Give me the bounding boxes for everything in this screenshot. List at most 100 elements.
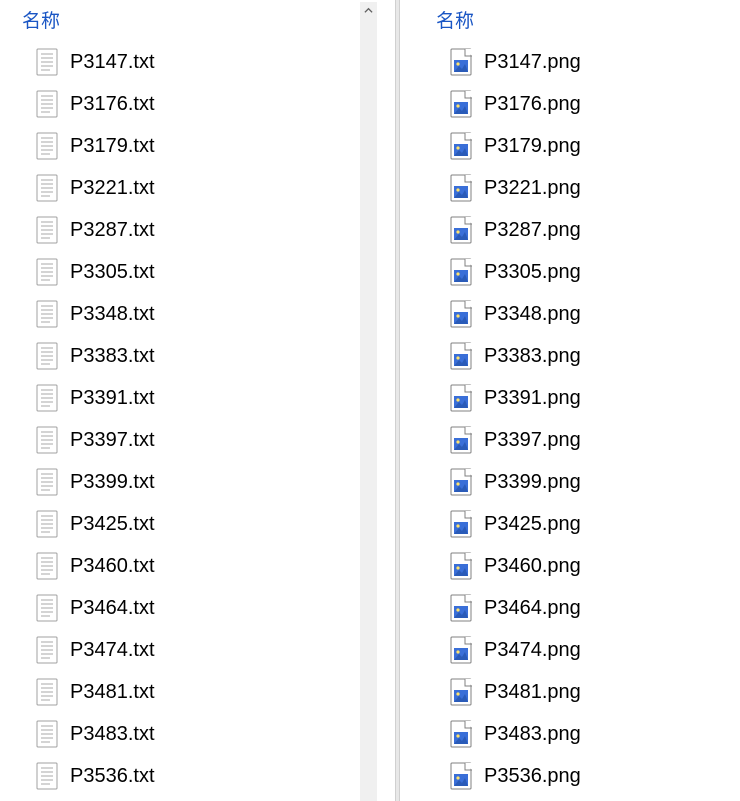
file-name: P3397.png	[484, 429, 581, 452]
file-name: P3147.txt	[70, 51, 155, 74]
file-icon	[450, 510, 472, 538]
list-item[interactable]: P3397.png	[436, 419, 740, 461]
list-item[interactable]: P3147.png	[436, 41, 740, 83]
list-item[interactable]: P3536.txt	[0, 755, 360, 797]
image-file-icon	[450, 132, 472, 160]
file-list-right: P3147.png P3176.png P3179.png P3221.png P328…	[436, 41, 740, 797]
file-icon	[450, 174, 472, 202]
text-file-icon	[36, 90, 58, 118]
list-item[interactable]: P3383.png	[436, 335, 740, 377]
list-item[interactable]: P3305.txt	[0, 251, 360, 293]
column-header-name-right[interactable]: 名称	[436, 0, 740, 41]
list-item[interactable]: P3179.txt	[0, 125, 360, 167]
list-item[interactable]: P3425.txt	[0, 503, 360, 545]
list-item[interactable]: P3391.png	[436, 377, 740, 419]
list-item[interactable]: P3460.txt	[0, 545, 360, 587]
list-item[interactable]: P3287.png	[436, 209, 740, 251]
text-file-icon	[36, 216, 58, 244]
list-item[interactable]: P3474.txt	[0, 629, 360, 671]
list-item[interactable]: P3147.txt	[0, 41, 360, 83]
text-file-icon	[36, 384, 58, 412]
file-icon	[450, 384, 472, 412]
file-icon	[450, 678, 472, 706]
text-file-icon	[36, 594, 58, 622]
text-file-icon	[36, 636, 58, 664]
scroll-up-button[interactable]	[360, 2, 377, 19]
file-icon	[450, 300, 472, 328]
file-icon	[450, 48, 472, 76]
scroll-track[interactable]	[360, 19, 377, 801]
list-item[interactable]: P3481.png	[436, 671, 740, 713]
list-item[interactable]: P3176.txt	[0, 83, 360, 125]
image-file-icon	[450, 258, 472, 286]
file-icon	[36, 258, 58, 286]
file-name: P3391.txt	[70, 387, 155, 410]
text-file-icon	[36, 132, 58, 160]
text-file-icon	[36, 510, 58, 538]
file-name: P3221.png	[484, 177, 581, 200]
list-item[interactable]: P3179.png	[436, 125, 740, 167]
list-item[interactable]: P3474.png	[436, 629, 740, 671]
file-name: P3348.txt	[70, 303, 155, 326]
list-item[interactable]: P3221.png	[436, 167, 740, 209]
scrollbar-left[interactable]	[360, 0, 395, 801]
file-name: P3474.txt	[70, 639, 155, 662]
file-list-left: P3147.txt P3176.txt P3179.txtP3221.txtP328…	[0, 41, 360, 797]
file-name: P3425.png	[484, 513, 581, 536]
list-item[interactable]: P3221.txt	[0, 167, 360, 209]
file-icon	[36, 132, 58, 160]
list-item[interactable]: P3464.txt	[0, 587, 360, 629]
list-item[interactable]: P3483.png	[436, 713, 740, 755]
file-icon	[450, 762, 472, 790]
file-name: P3460.png	[484, 555, 581, 578]
list-item[interactable]: P3399.txt	[0, 461, 360, 503]
right-pane: 名称 P3147.pngP3176.pngP3179.pngP3221.pngP…	[400, 0, 740, 801]
image-file-icon	[450, 762, 472, 790]
file-icon	[36, 720, 58, 748]
file-icon	[36, 426, 58, 454]
file-icon	[36, 216, 58, 244]
list-item[interactable]: P3483.txt	[0, 713, 360, 755]
image-file-icon	[450, 426, 472, 454]
image-file-icon	[450, 468, 472, 496]
list-item[interactable]: P3536.png	[436, 755, 740, 797]
list-item[interactable]: P3348.txt	[0, 293, 360, 335]
text-file-icon	[36, 342, 58, 370]
list-item[interactable]: P3305.png	[436, 251, 740, 293]
image-file-icon	[450, 216, 472, 244]
file-name: P3348.png	[484, 303, 581, 326]
file-name: P3474.png	[484, 639, 581, 662]
file-icon	[36, 510, 58, 538]
list-item[interactable]: P3460.png	[436, 545, 740, 587]
list-item[interactable]: P3481.txt	[0, 671, 360, 713]
file-icon	[450, 468, 472, 496]
list-item[interactable]: P3399.png	[436, 461, 740, 503]
file-icon	[36, 762, 58, 790]
list-item[interactable]: P3425.png	[436, 503, 740, 545]
file-name: P3483.txt	[70, 723, 155, 746]
chevron-up-icon	[364, 6, 373, 15]
column-header-name-left[interactable]: 名称	[0, 0, 360, 41]
file-name: P3176.txt	[70, 93, 155, 116]
left-pane: 名称 P3147.txtP3176.txtP3179.txtP3221.txtP…	[0, 0, 360, 801]
list-item[interactable]: P3287.txt	[0, 209, 360, 251]
image-file-icon	[450, 300, 472, 328]
file-icon	[450, 594, 472, 622]
image-file-icon	[450, 678, 472, 706]
text-file-icon	[36, 552, 58, 580]
file-name: P3147.png	[484, 51, 581, 74]
text-file-icon	[36, 258, 58, 286]
file-name: P3176.png	[484, 93, 581, 116]
list-item[interactable]: P3391.txt	[0, 377, 360, 419]
file-icon	[36, 384, 58, 412]
list-item[interactable]: P3348.png	[436, 293, 740, 335]
file-name: P3383.png	[484, 345, 581, 368]
list-item[interactable]: P3397.txt	[0, 419, 360, 461]
image-file-icon	[450, 384, 472, 412]
file-icon	[450, 636, 472, 664]
list-item[interactable]: P3383.txt	[0, 335, 360, 377]
list-item[interactable]: P3464.png	[436, 587, 740, 629]
list-item[interactable]: P3176.png	[436, 83, 740, 125]
file-icon	[36, 636, 58, 664]
file-name: P3287.png	[484, 219, 581, 242]
